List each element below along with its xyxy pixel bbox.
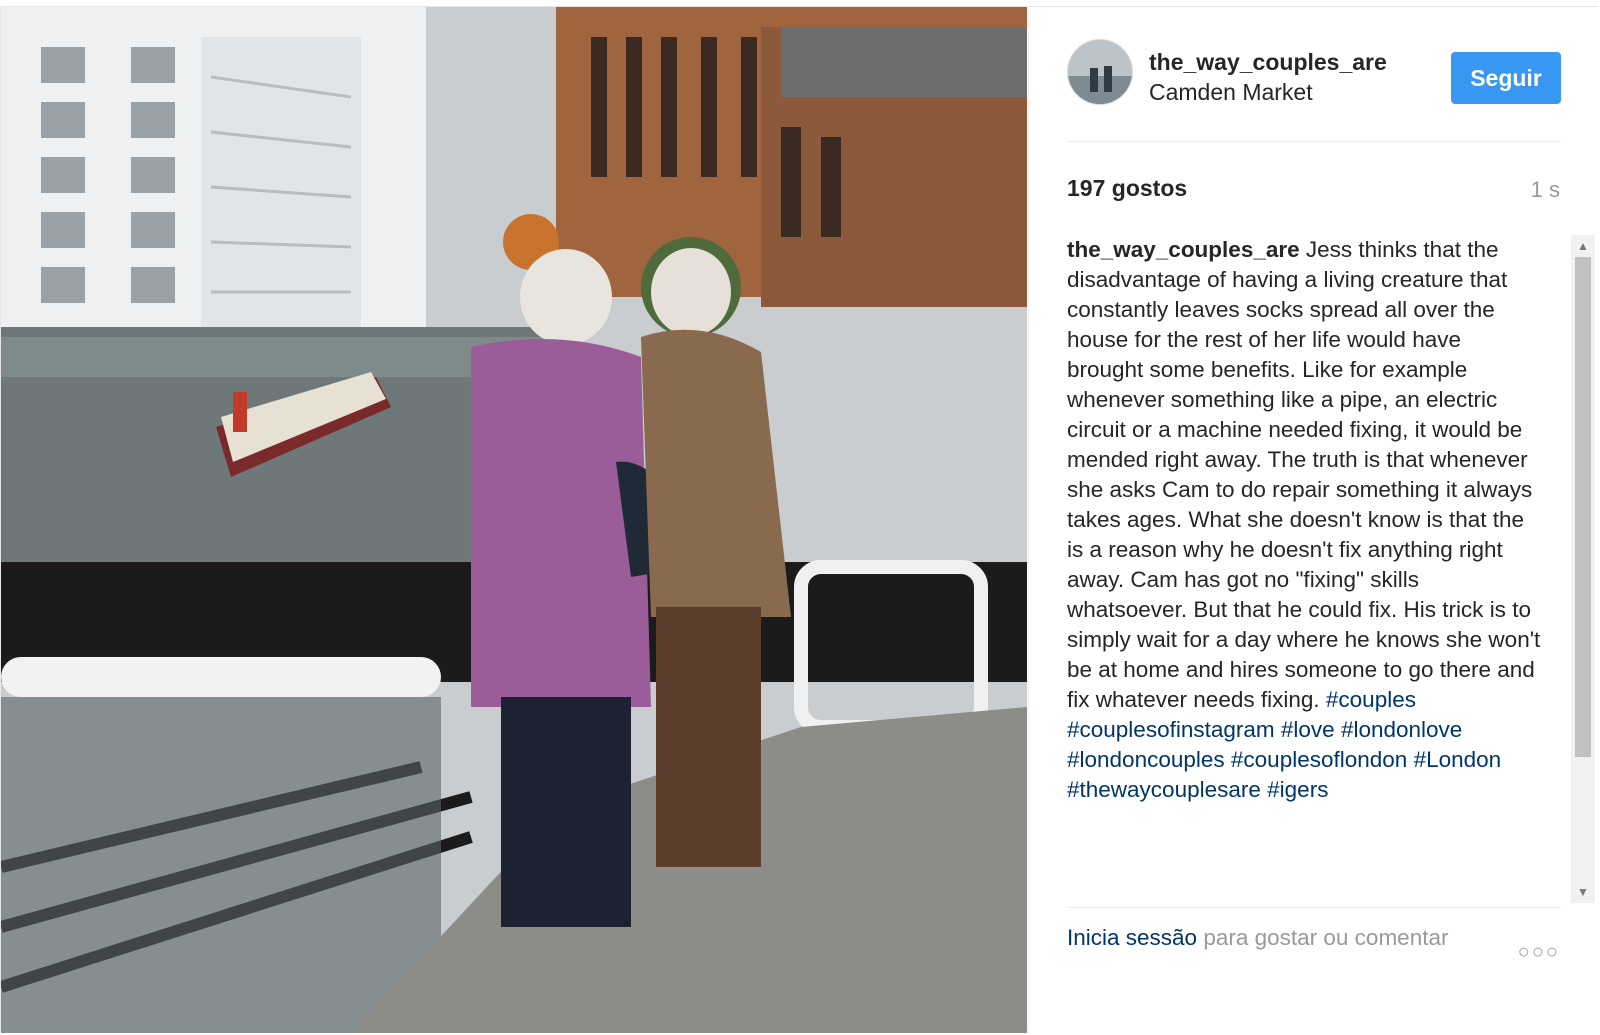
caption-username[interactable]: the_way_couples_are [1067, 237, 1300, 262]
scroll-up-icon[interactable]: ▲ [1571, 235, 1595, 257]
likes-count[interactable]: 197 gostos [1067, 175, 1187, 202]
footer-divider [1067, 907, 1561, 908]
login-prompt-text: para gostar ou comentar [1197, 925, 1449, 950]
instagram-post: the_way_couples_are Camden Market Seguir… [0, 6, 1598, 1033]
post-sidebar: the_way_couples_are Camden Market Seguir… [1028, 7, 1598, 1033]
hashtag[interactable]: #londonlove [1341, 717, 1462, 742]
username-link[interactable]: the_way_couples_are [1149, 49, 1387, 76]
hashtag[interactable]: #love [1281, 717, 1335, 742]
ellipsis-icon[interactable]: ○○○ [1518, 941, 1560, 964]
login-prompt: Inicia sessão para gostar ou comentar [1067, 923, 1487, 953]
hashtag[interactable]: #London [1414, 747, 1502, 772]
avatar[interactable] [1067, 39, 1133, 105]
avatar-image [1068, 40, 1132, 104]
post-photo[interactable] [1, 7, 1027, 1033]
header-divider [1067, 141, 1561, 142]
caption-area: the_way_couples_are Jess thinks that the… [1067, 235, 1542, 903]
hashtag[interactable]: #thewaycouplesare [1067, 777, 1261, 802]
caption-text: Jess thinks that the disadvantage of hav… [1067, 237, 1541, 712]
caption-scrollbar[interactable]: ▲ ▼ [1571, 235, 1595, 903]
scroll-thumb[interactable] [1575, 257, 1591, 757]
post-header: the_way_couples_are Camden Market Seguir [1067, 39, 1561, 111]
scroll-down-icon[interactable]: ▼ [1571, 881, 1595, 903]
login-link[interactable]: Inicia sessão [1067, 925, 1197, 950]
post-time[interactable]: 1 s [1531, 177, 1560, 203]
hashtag[interactable]: #couples [1326, 687, 1416, 712]
follow-button[interactable]: Seguir [1451, 52, 1561, 104]
photo-illustration [1, 7, 1027, 1033]
hashtag[interactable]: #couplesoflondon [1231, 747, 1407, 772]
hashtag[interactable]: #couplesofinstagram [1067, 717, 1275, 742]
location-link[interactable]: Camden Market [1149, 79, 1313, 106]
hashtag[interactable]: #londoncouples [1067, 747, 1225, 772]
hashtag[interactable]: #igers [1267, 777, 1328, 802]
